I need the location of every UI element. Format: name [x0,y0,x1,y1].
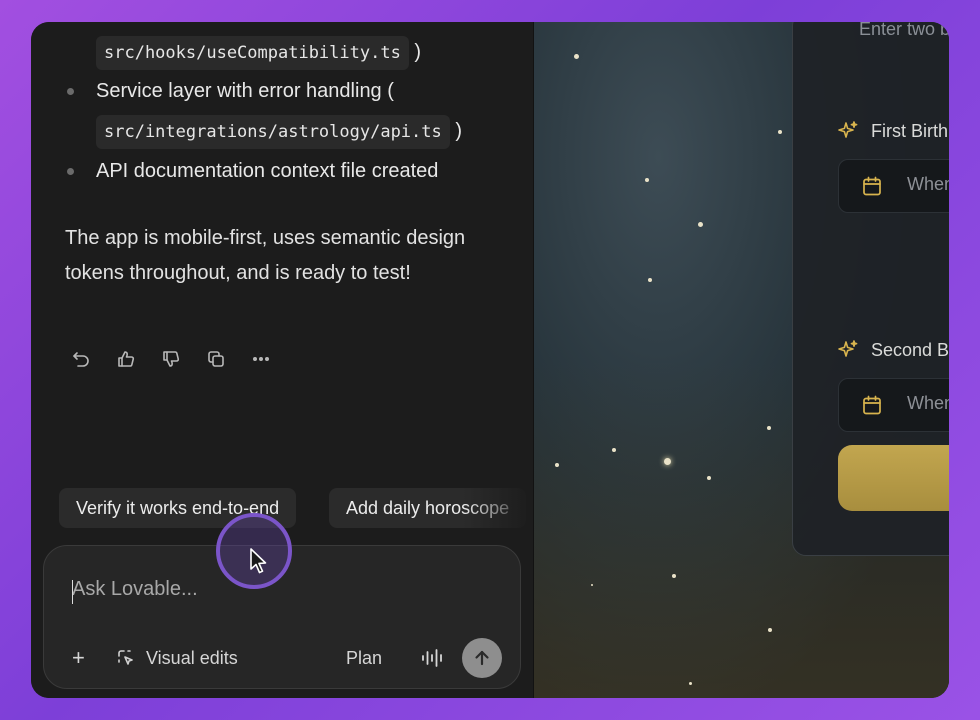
send-button[interactable] [462,638,502,678]
composer-toolbar: + Visual edits Plan [44,638,520,678]
copy-icon[interactable] [206,347,251,371]
star-dot [689,682,692,685]
plan-button[interactable]: Plan [346,638,382,678]
star-dot [707,476,711,480]
calendar-icon [863,176,881,196]
star-dot [648,278,652,282]
chat-panel: src/hooks/useCompatibility.ts ) Service … [31,22,533,698]
undo-icon[interactable] [71,347,116,371]
app-preview: Enter two b First Birth When Second B [533,22,949,698]
star-dot [767,426,771,430]
star-dot [612,448,616,452]
visual-edits-button[interactable]: Visual edits [116,638,238,678]
voice-icon[interactable] [420,638,444,678]
star-dot [778,130,782,134]
list-item: src/hooks/useCompatibility.ts ) [96,36,421,70]
mouse-pointer-icon [250,548,267,574]
code-path: src/integrations/astrology/api.ts [96,115,450,149]
add-button[interactable]: + [72,638,85,678]
list-item-text: API documentation context file created [96,160,439,182]
list-item-text: Service layer with error handling ( [96,80,394,102]
list-item: src/integrations/astrology/api.ts ) [96,115,462,149]
star-dot [555,463,559,467]
first-birthday-label: First Birth [871,121,949,141]
star-dot [698,222,703,227]
form-hint: Enter two b [859,22,949,39]
first-birthday-date-field[interactable]: When [838,159,949,213]
thumbs-down-icon[interactable] [161,347,206,371]
code-path: src/hooks/useCompatibility.ts [96,36,409,70]
submit-button[interactable] [838,445,949,511]
message-paragraph: The app is mobile-first, uses semantic d… [65,227,466,284]
second-birthday-label: Second B [871,340,949,360]
calendar-icon [863,395,881,415]
star-dot [672,574,676,578]
bullet-icon [67,168,74,175]
visual-edit-icon [118,650,133,665]
date-placeholder: When [907,174,949,194]
bullet-icon [67,88,74,95]
birthday-form-card: Enter two b First Birth When Second B [792,22,949,556]
star-dot [664,458,671,465]
visual-edits-label: Visual edits [146,647,238,668]
chat-input[interactable]: Ask Lovable... [72,578,198,601]
app-window: src/hooks/useCompatibility.ts ) Service … [31,22,949,698]
sparkles-icon [838,340,858,357]
second-birthday-date-field[interactable]: When [838,378,949,432]
star-dot [645,178,649,182]
more-icon[interactable] [251,347,296,371]
arrow-up-icon [475,650,489,666]
star-dot [768,628,772,632]
star-dot [574,54,579,59]
text-caret [72,580,73,604]
suggestion-chips: Verify it works end-to-end Add daily hor… [59,488,533,528]
star-dot [591,584,593,586]
thumbs-up-icon[interactable] [116,347,161,371]
sparkles-icon [838,121,858,138]
date-placeholder: When [907,393,949,413]
message-actions [71,347,296,371]
